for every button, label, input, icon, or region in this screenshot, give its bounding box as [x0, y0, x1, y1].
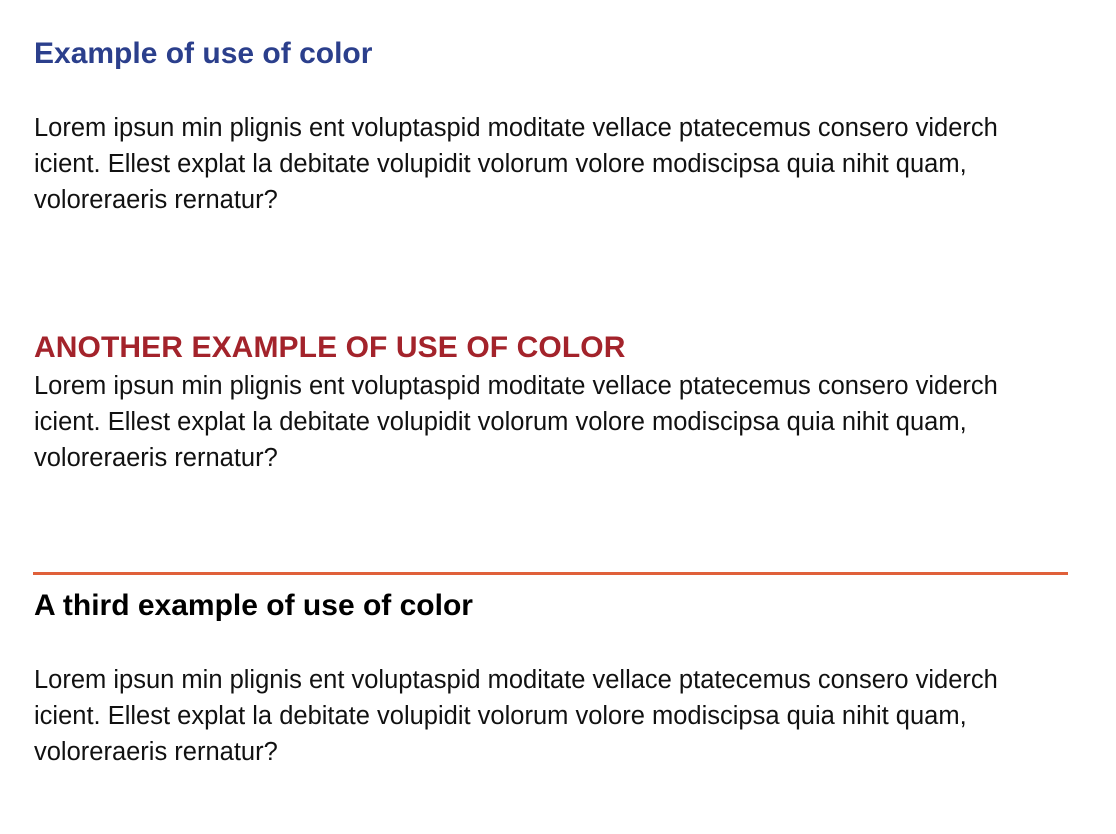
section-divider-rule	[33, 572, 1068, 575]
section-1-heading: Example of use of color	[34, 37, 373, 70]
section-3-heading: A third example of use of color	[34, 589, 473, 622]
section-2-paragraph: Lorem ipsun min plignis ent voluptaspid …	[34, 372, 998, 472]
section-1-paragraph: Lorem ipsun min plignis ent voluptaspid …	[34, 114, 998, 214]
section-3-paragraph: Lorem ipsun min plignis ent voluptaspid …	[34, 666, 998, 766]
document-page: Example of use of color Lorem ipsun min …	[0, 0, 1116, 834]
section-2-heading: ANOTHER EXAMPLE OF USE OF COLOR	[34, 331, 626, 364]
